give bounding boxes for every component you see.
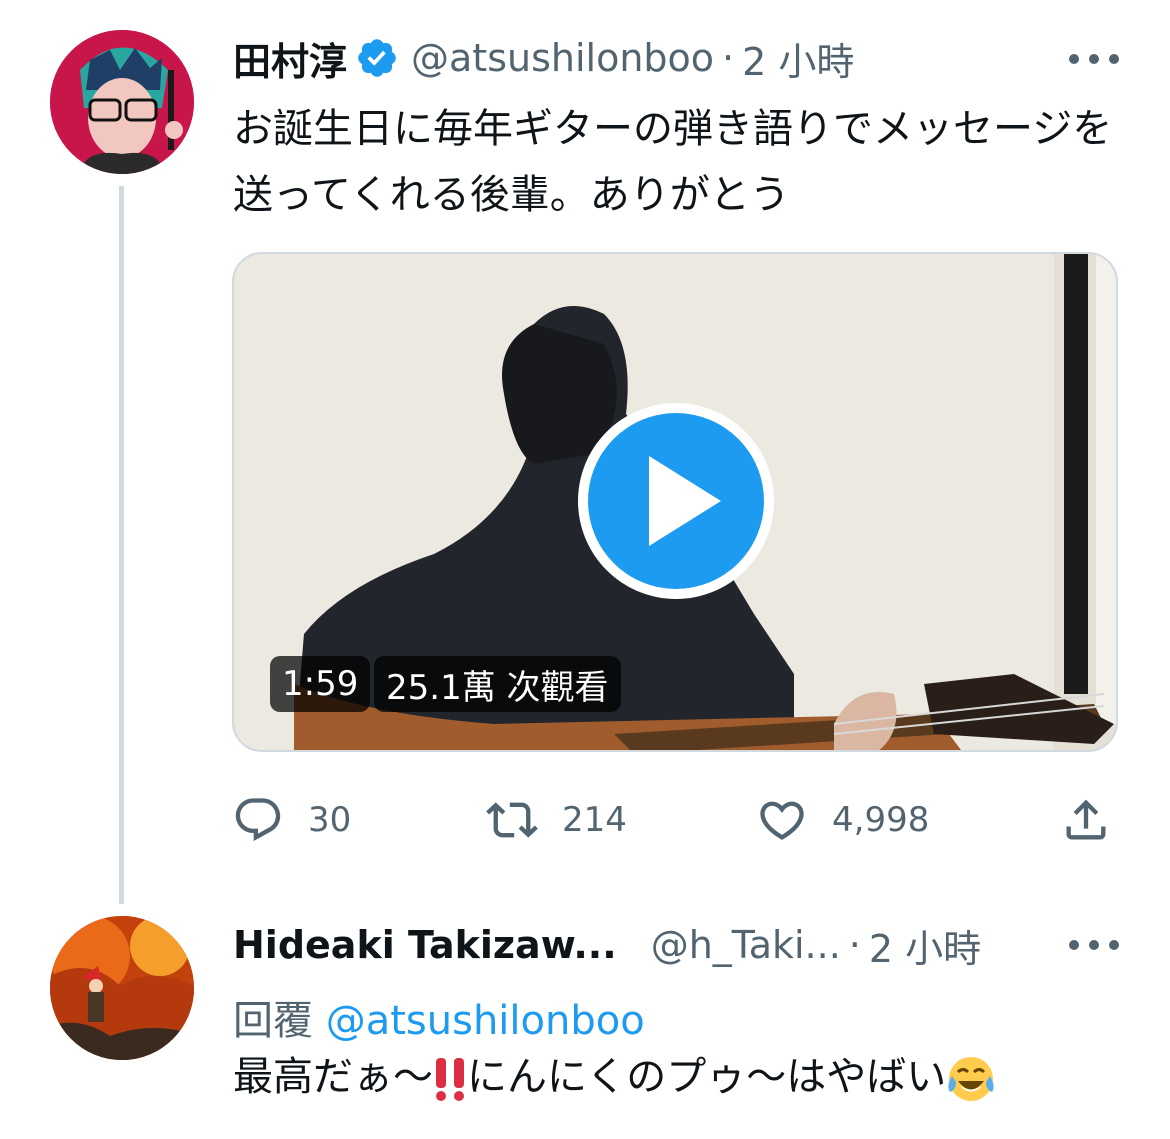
reply-author-name[interactable]: Hideaki Takizaw... [233, 923, 617, 967]
retweet-count: 214 [562, 800, 627, 840]
author-avatar[interactable] [50, 30, 194, 174]
reply-avatar-image [50, 916, 194, 1060]
reply-author-avatar[interactable] [50, 916, 194, 1060]
retweet-button[interactable]: 214 [486, 790, 627, 850]
share-button[interactable] [1060, 790, 1112, 850]
separator-dot: · [722, 36, 735, 80]
reply-button[interactable]: 30 [232, 790, 351, 850]
thread-connector-line [119, 186, 124, 904]
reply-mention-link[interactable]: @atsushilonboo [326, 998, 645, 1044]
play-icon[interactable] [575, 400, 777, 602]
video-duration-badge: 1:59 [270, 656, 371, 712]
tweet-text: お誕生日に毎年ギターの弾き語りでメッセージを送ってくれる後輩。ありがとう [233, 106, 1113, 218]
video-views-badge: 25.1萬 次觀看 [374, 656, 621, 712]
share-icon [1066, 799, 1106, 840]
more-options-icon[interactable] [1064, 930, 1124, 960]
reply-text-part1: 最高だぁ〜 [233, 1054, 433, 1100]
verified-badge-icon [358, 39, 396, 77]
more-options-icon[interactable] [1064, 44, 1124, 74]
like-button[interactable]: 4,998 [756, 790, 929, 850]
tweet-timestamp[interactable]: 2 小時 [742, 31, 854, 86]
reply-separator-dot: · [848, 923, 861, 967]
reply-label: 回覆 [233, 998, 313, 1044]
reply-author-handle[interactable]: @h_Taki... [651, 923, 841, 967]
reply-text-part2: にんにくのプゥ〜はやばい [467, 1054, 947, 1100]
retweet-icon [486, 802, 538, 838]
double-exclamation-icon [436, 1058, 464, 1101]
tweet-actions: 30 214 4,998 [232, 790, 1118, 850]
like-icon [760, 801, 804, 840]
reply-header: Hideaki Takizaw... @h_Taki... · 2 小時 [233, 915, 981, 975]
reply-text: 最高だぁ〜 にんにくのプゥ〜はやばい [233, 1044, 1113, 1110]
reply-timestamp[interactable]: 2 小時 [869, 918, 981, 973]
reply-icon [235, 798, 281, 842]
replying-to-line: 回覆 @atsushilonboo [233, 988, 645, 1046]
author-handle[interactable]: @atsushilonboo [411, 36, 714, 80]
tweet-header: 田村淳 @atsushilonboo · 2 小時 [233, 28, 854, 88]
reply-count: 30 [308, 800, 352, 840]
laughing-tears-icon [948, 1057, 994, 1101]
like-count: 4,998 [832, 800, 930, 840]
author-name[interactable]: 田村淳 [233, 31, 347, 86]
avatar-illustration [50, 30, 194, 174]
